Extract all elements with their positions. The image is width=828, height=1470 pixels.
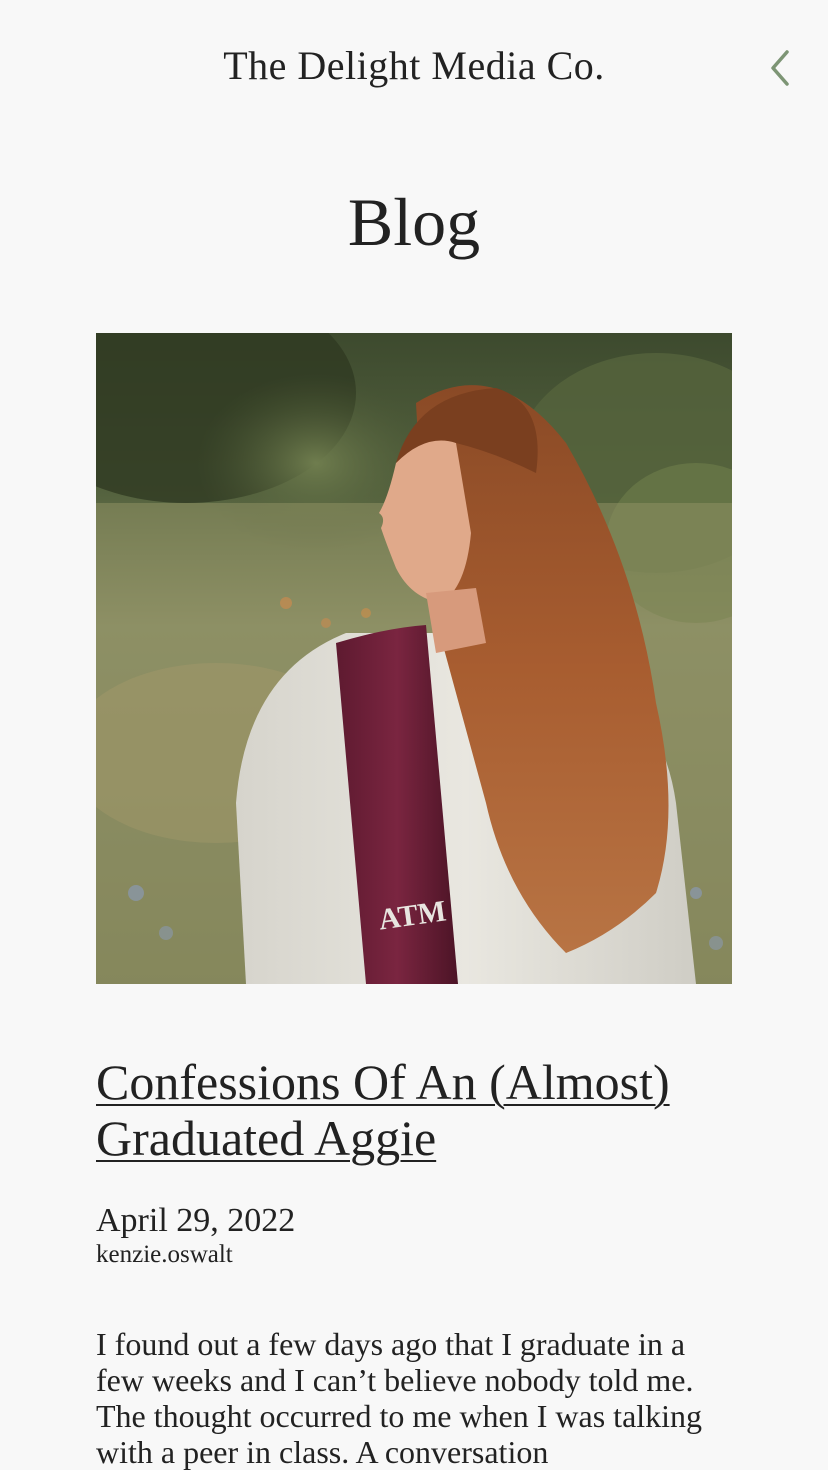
graduate-portrait-image: ATM: [96, 333, 732, 984]
post-excerpt: I found out a few days ago that I gradua…: [96, 1326, 703, 1470]
chevron-left-icon: [771, 50, 789, 86]
post-title-link[interactable]: Confessions Of An (Almost) Graduated Agg…: [96, 1054, 732, 1166]
post-author[interactable]: kenzie.oswalt: [96, 1240, 233, 1270]
post-featured-image[interactable]: ATM: [96, 333, 732, 984]
site-header: The Delight Media Co.: [0, 0, 828, 136]
site-title-link[interactable]: The Delight Media Co.: [0, 42, 828, 89]
page-title: Blog: [347, 184, 481, 260]
back-button[interactable]: [762, 48, 798, 88]
post-date: April 29, 2022: [96, 1202, 296, 1239]
